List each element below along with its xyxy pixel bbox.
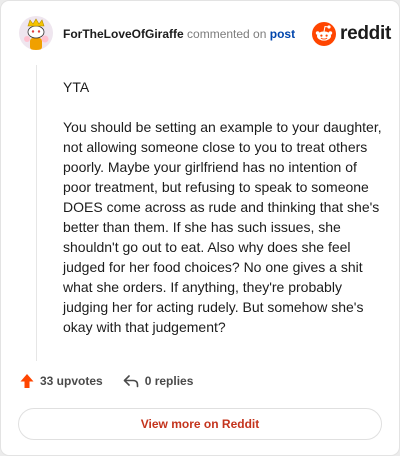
reply-count: 0 replies	[144, 374, 194, 388]
user-avatar[interactable]	[19, 16, 53, 50]
snoo-avatar-icon	[19, 16, 53, 50]
comment-paragraph: YTA	[63, 79, 90, 95]
comment-actions: 33 upvotes 0 replies	[20, 373, 193, 389]
thread-line	[36, 65, 37, 361]
comment-header: ForTheLoveOfGiraffe commented on post re…	[1, 1, 399, 65]
comment-embed-card: ForTheLoveOfGiraffe commented on post re…	[1, 1, 399, 455]
reply-button[interactable]: 0 replies	[123, 374, 194, 388]
upvote-count: 33 upvotes	[40, 374, 103, 388]
author-name[interactable]: ForTheLoveOfGiraffe	[63, 27, 184, 41]
reply-arrow-icon	[123, 375, 139, 388]
upvote-button[interactable]: 33 upvotes	[20, 373, 103, 389]
comment-body: YTA You should be setting an example to …	[63, 77, 385, 357]
reddit-snoo-icon	[312, 22, 336, 46]
view-more-label: View more on Reddit	[140, 417, 260, 431]
action-text: commented on	[187, 27, 267, 41]
post-link[interactable]: post	[270, 27, 295, 41]
comment-paragraph: You should be setting an example to your…	[63, 119, 382, 335]
view-more-button[interactable]: View more on Reddit	[18, 408, 382, 440]
upvote-arrow-icon	[20, 374, 34, 388]
comment-meta: ForTheLoveOfGiraffe commented on post	[63, 27, 295, 41]
reddit-logo[interactable]: reddit	[312, 20, 391, 48]
reddit-wordmark: reddit	[340, 23, 391, 44]
